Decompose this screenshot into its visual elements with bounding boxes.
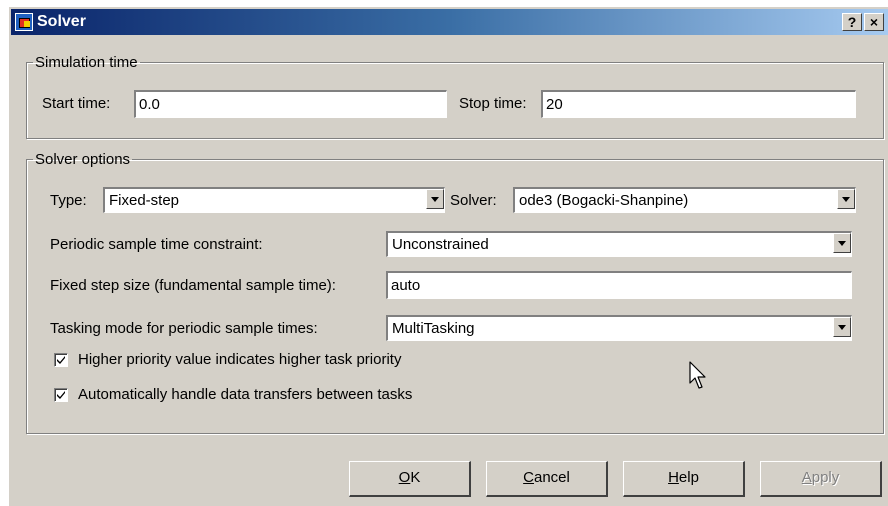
type-value: Fixed-step <box>109 192 180 209</box>
chevron-down-icon[interactable] <box>837 189 855 209</box>
priority-checkbox-label[interactable]: Higher priority value indicates higher t… <box>78 351 401 368</box>
stop-time-label: Stop time: <box>459 95 527 112</box>
ok-label: K <box>410 469 421 486</box>
apply-button[interactable]: Apply <box>760 461 882 497</box>
fixed-step-size-label: Fixed step size (fundamental sample time… <box>50 277 336 294</box>
fixed-step-size-input[interactable]: auto <box>386 271 852 299</box>
mouse-pointer-icon <box>689 361 706 389</box>
solver-label: Solver: <box>450 192 497 209</box>
priority-checkbox[interactable] <box>54 353 68 367</box>
title-bar[interactable]: Solver ? × <box>11 9 888 35</box>
solver-select[interactable]: ode3 (Bogacki-Shanpine) <box>513 187 856 213</box>
help-title-button[interactable]: ? <box>842 13 862 31</box>
solver-dialog: Solver ? × Simulation time Start time: 0… <box>8 6 888 506</box>
cancel-label: ancel <box>533 469 570 486</box>
help-button[interactable]: Help <box>623 461 745 497</box>
chevron-down-icon[interactable] <box>426 189 444 209</box>
periodic-constraint-label: Periodic sample time constraint: <box>50 236 263 253</box>
simulink-app-icon <box>15 13 33 31</box>
tasking-mode-value: MultiTasking <box>392 320 475 337</box>
apply-label: pply <box>811 469 840 486</box>
help-mnemonic: H <box>668 469 679 486</box>
data-transfer-checkbox[interactable] <box>54 388 68 402</box>
start-time-input[interactable]: 0.0 <box>134 90 447 118</box>
chevron-down-icon[interactable] <box>833 317 851 337</box>
checkmark-icon <box>57 391 65 399</box>
ok-button[interactable]: OK <box>349 461 471 497</box>
start-time-label: Start time: <box>42 95 111 112</box>
checkmark-icon <box>57 356 65 364</box>
close-button[interactable]: × <box>864 13 884 31</box>
cancel-mnemonic: C <box>523 469 534 486</box>
tasking-mode-label: Tasking mode for periodic sample times: <box>50 320 318 337</box>
stop-time-input[interactable]: 20 <box>541 90 856 118</box>
apply-mnemonic: A <box>801 469 812 486</box>
chevron-down-icon[interactable] <box>833 233 851 253</box>
ok-mnemonic: O <box>398 469 411 486</box>
periodic-constraint-value: Unconstrained <box>392 236 489 253</box>
type-select[interactable]: Fixed-step <box>103 187 445 213</box>
window-title: Solver <box>37 13 86 30</box>
type-label: Type: <box>50 192 87 209</box>
simulation-time-legend: Simulation time <box>35 54 138 71</box>
tasking-mode-select[interactable]: MultiTasking <box>386 315 852 341</box>
help-label: elp <box>678 469 699 486</box>
solver-value: ode3 (Bogacki-Shanpine) <box>519 192 689 209</box>
periodic-constraint-select[interactable]: Unconstrained <box>386 231 852 257</box>
data-transfer-checkbox-label[interactable]: Automatically handle data transfers betw… <box>78 386 412 403</box>
solver-options-legend: Solver options <box>35 151 131 168</box>
cancel-button[interactable]: Cancel <box>486 461 608 497</box>
